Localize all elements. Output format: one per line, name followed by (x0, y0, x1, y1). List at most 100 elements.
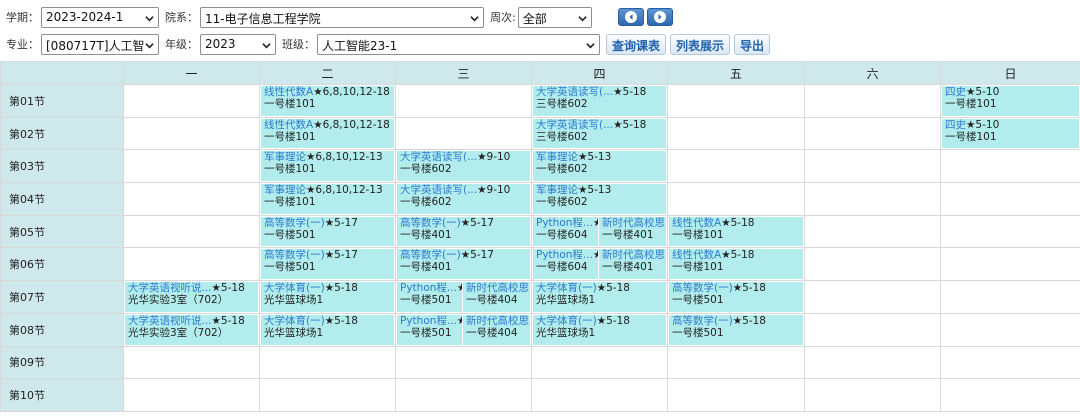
grade-select[interactable]: 2023 (200, 33, 276, 55)
timetable-body: 第01节 线性代数A★6,8,10,12-18 一号楼101 大学英语读写(...★5… (0, 84, 1080, 412)
course-name-link[interactable]: 高等数学(一) (264, 249, 325, 261)
export-button[interactable]: 导出 (734, 33, 771, 55)
course-name-link[interactable]: 高等数学(一) (264, 217, 325, 229)
timetable-cell (804, 214, 941, 249)
course-block[interactable]: 新时代高校思 一号楼401 (599, 216, 666, 247)
term-select[interactable]: 2023-2024-1 (41, 6, 159, 28)
department-select[interactable]: 11-电子信息工程学院 (200, 6, 484, 28)
course-block[interactable]: Python程...★ 一号楼501 (397, 282, 462, 312)
course-block[interactable]: 大学英语视听说...★5-18 光华实验3室（702） (125, 314, 258, 345)
timetable-cell (804, 182, 941, 216)
course-name-link[interactable]: 军事理论 (264, 184, 306, 196)
course-block[interactable]: 线性代数A★5-18 一号楼101 (669, 216, 803, 247)
course-name-link[interactable]: 大学英语视听说... (128, 315, 212, 327)
course-block[interactable]: 高等数学(一)★5-17 一号楼401 (397, 249, 530, 280)
course-block[interactable]: Python程...★ 一号楼604 (533, 216, 598, 247)
list-view-button[interactable]: 列表展示 (670, 33, 731, 55)
course-block[interactable]: 大学体育(一)★5-18 光华篮球场1 (533, 282, 666, 312)
course-name-link[interactable]: 大学英语读写(... (536, 86, 613, 98)
course-weeks: ★ (456, 282, 462, 295)
course-block[interactable]: 军事理论★6,8,10,12-13 一号楼101 (261, 184, 394, 214)
course-name-link[interactable]: 军事理论 (264, 151, 306, 163)
period-row: 第07节 大学英语视听说...★5-18 光华实验3室（702） 大学体育(一)★5-… (0, 280, 1080, 314)
next-week-button[interactable] (646, 8, 673, 26)
course-block[interactable]: 高等数学(一)★5-17 一号楼401 (397, 216, 530, 247)
course-name-link[interactable]: 大学体育(一) (536, 282, 597, 294)
course-block[interactable]: 新时代高校思 一号楼401 (599, 249, 666, 280)
course-block[interactable]: Python程...★ 一号楼501 (397, 314, 462, 345)
course-name-link[interactable]: 高等数学(一) (400, 217, 461, 229)
course-block[interactable]: 大学体育(一)★5-18 光华篮球场1 (533, 314, 666, 345)
course-block[interactable]: 大学英语读写(...★5-18 三号楼602 (533, 86, 666, 116)
timetable-cell (123, 84, 260, 118)
period-label: 第08节 (0, 312, 124, 347)
course-block[interactable]: 四史★5-10 一号楼101 (942, 118, 1079, 149)
course-weeks: ★5-18 (596, 282, 630, 295)
course-name-link[interactable]: 大学体育(一) (264, 282, 325, 294)
course-block[interactable]: 军事理论★5-13 一号楼602 (533, 151, 666, 182)
course-name-link[interactable]: 新时代高校思 (466, 315, 529, 327)
course-block[interactable]: 大学英语读写(...★9-10 一号楼602 (397, 184, 530, 214)
course-name-link[interactable]: 高等数学(一) (400, 249, 461, 261)
course-block[interactable]: 大学体育(一)★5-18 光华篮球场1 (261, 314, 394, 345)
course-name-link[interactable]: 大学英语视听说... (128, 282, 212, 294)
query-timetable-button[interactable]: 查询课表 (606, 33, 667, 55)
timetable-cell: 大学体育(一)★5-18 光华篮球场1 (259, 280, 396, 314)
course-block[interactable]: 线性代数A★5-18 一号楼101 (669, 249, 803, 280)
course-room: 三号楼602 (536, 130, 588, 143)
course-name-link[interactable]: 大学体育(一) (264, 315, 325, 327)
course-weeks: ★5-18 (613, 86, 647, 98)
course-name-link[interactable]: Python程... (536, 249, 593, 261)
timetable-cell (804, 247, 941, 282)
course-block[interactable]: 大学体育(一)★5-18 光华篮球场1 (261, 282, 394, 312)
course-block[interactable]: 新时代高校思 一号楼404 (463, 314, 530, 345)
course-weeks: ★5-18 (596, 314, 630, 327)
course-block[interactable]: 高等数学(一)★5-17 一号楼501 (261, 249, 394, 280)
course-name-link[interactable]: 新时代高校思 (602, 217, 665, 229)
course-name-link[interactable]: 四史 (945, 86, 966, 98)
course-name-link[interactable]: 四史 (945, 119, 966, 131)
course-name-link[interactable]: Python程... (400, 315, 457, 327)
course-name-link[interactable]: 新时代高校思 (466, 282, 529, 294)
course-block[interactable]: 线性代数A★6,8,10,12-18 一号楼101 (261, 86, 394, 116)
course-name-link[interactable]: 大学英语读写(... (400, 184, 477, 196)
course-block[interactable]: 线性代数A★6,8,10,12-18 一号楼101 (261, 118, 394, 149)
course-block[interactable]: 高等数学(一)★5-18 一号楼501 (669, 282, 803, 312)
course-name-link[interactable]: 军事理论 (536, 151, 578, 163)
course-name-link[interactable]: 大学英语读写(... (536, 119, 613, 131)
period-row: 第02节 线性代数A★6,8,10,12-18 一号楼101 大学英语读写(...★5… (0, 116, 1080, 151)
course-name-link[interactable]: 高等数学(一) (672, 282, 733, 294)
timetable-cell: 军事理论★5-13 一号楼602 (531, 149, 668, 184)
arrow-left-icon (624, 11, 637, 23)
course-name-link[interactable]: 线性代数A (672, 249, 721, 261)
term-select-value: 2023-2024-1 (46, 9, 124, 24)
course-block[interactable]: 军事理论★5-13 一号楼602 (533, 184, 666, 214)
course-name-link[interactable]: 线性代数A (264, 119, 313, 131)
class-select[interactable]: 人工智能23-1 (317, 33, 600, 55)
course-block[interactable]: 高等数学(一)★5-17 一号楼501 (261, 216, 394, 247)
timetable-cell (804, 345, 941, 380)
course-name-link[interactable]: 线性代数A (672, 217, 721, 229)
course-block[interactable]: 大学英语读写(...★5-18 三号楼602 (533, 118, 666, 149)
week-select[interactable]: 全部 (517, 6, 592, 28)
course-block[interactable]: 大学英语读写(...★9-10 一号楼602 (397, 151, 530, 182)
course-name-link[interactable]: Python程... (536, 217, 593, 229)
course-name-link[interactable]: 高等数学(一) (672, 315, 733, 327)
course-block[interactable]: 军事理论★6,8,10,12-13 一号楼101 (261, 151, 394, 182)
course-block[interactable]: Python程...★ 一号楼604 (533, 249, 598, 280)
course-room: 一号楼602 (400, 196, 452, 209)
course-block[interactable]: 新时代高校思 一号楼404 (463, 282, 530, 312)
course-name-link[interactable]: 大学体育(一) (536, 315, 597, 327)
course-name-link[interactable]: 新时代高校思 (602, 249, 665, 261)
course-block[interactable]: 高等数学(一)★5-18 一号楼501 (669, 314, 803, 345)
course-name-link[interactable]: 大学英语读写(... (400, 151, 477, 163)
course-block[interactable]: 大学英语视听说...★5-18 光华实验3室（702） (125, 282, 258, 312)
course-block[interactable]: 四史★5-10 一号楼101 (942, 86, 1079, 116)
course-name-link[interactable]: 线性代数A (264, 86, 313, 98)
course-room: 一号楼604 (536, 228, 588, 241)
major-select[interactable]: [080717T]人工智 (41, 33, 159, 55)
course-name-link[interactable]: 军事理论 (536, 184, 578, 196)
course-name-link[interactable]: Python程... (400, 282, 457, 294)
course-room: 一号楼501 (400, 294, 452, 307)
prev-week-button[interactable] (617, 8, 644, 26)
